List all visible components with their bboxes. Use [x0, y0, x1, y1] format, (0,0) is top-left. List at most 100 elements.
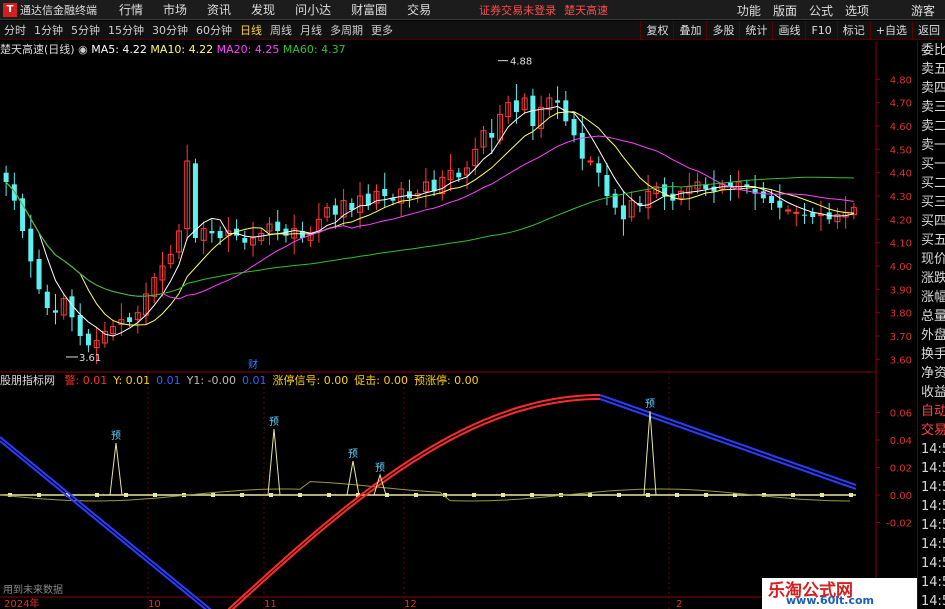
side-item-21[interactable]: 14:56 — [918, 440, 945, 459]
period-tab-8[interactable]: 月线 — [296, 22, 326, 38]
period-tab-4[interactable]: 30分钟 — [148, 22, 192, 38]
period-bar: 分时 1分钟 5分钟 15分钟 30分钟 60分钟 日线 周线 月线 多周期 更多 复权 叠加 多股 统计… — [0, 21, 945, 40]
title-bar: T 通达信金融终端 行情 市场 资讯 发现 问小达 财富圈 交易 证券交易未登录 楚天高速 … — [0, 0, 945, 20]
tool-button-5[interactable]: F10 — [805, 21, 836, 40]
side-item-27[interactable]: 14:56 — [918, 554, 945, 573]
indicator-tick-label: 0.06 — [890, 409, 912, 420]
top-right-item-3[interactable]: 选项 — [839, 2, 875, 19]
candle-body-down — [760, 191, 766, 199]
candle-body-down — [555, 100, 561, 103]
side-item-24[interactable]: 14:56 — [918, 497, 945, 516]
side-item-14[interactable]: 总量 — [918, 307, 945, 326]
future-data-note: 用到未来数据 — [3, 585, 63, 596]
side-item-13[interactable]: 涨幅 — [918, 288, 945, 307]
price-tick-label: 4.70 — [890, 99, 912, 110]
side-item-3[interactable]: 卖三 — [918, 98, 945, 117]
tool-button-0[interactable]: 复权 — [640, 21, 673, 40]
indicator-fields: 警: 0.01 Y: 0.01 0.01 Y1: -0.00 0.01 涨停信号: 0.0… — [59, 374, 479, 387]
side-item-5[interactable]: 卖一 — [918, 136, 945, 155]
menu-item-0[interactable]: 行情 — [109, 1, 153, 18]
top-right-item-1[interactable]: 版面 — [767, 2, 803, 19]
menu-item-5[interactable]: 财富圈 — [341, 1, 397, 18]
period-tabs: 分时 1分钟 5分钟 15分钟 30分钟 60分钟 日线 周线 月线 多周期 更多 — [0, 22, 397, 38]
indicator-tick-label: -0.02 — [886, 519, 912, 530]
finance-marker: 财 — [248, 358, 258, 371]
side-item-9[interactable]: 买四 — [918, 212, 945, 231]
side-item-8[interactable]: 买三 — [918, 193, 945, 212]
yu-label: 预 — [348, 448, 358, 460]
zero-dot — [820, 493, 824, 497]
indicator-field-7: 预涨停: 0.00 — [413, 374, 479, 387]
side-item-23[interactable]: 14:56 — [918, 478, 945, 497]
menu-item-4[interactable]: 问小达 — [285, 1, 341, 18]
menu-item-3[interactable]: 发现 — [241, 1, 285, 18]
menu-item-6[interactable]: 交易 — [397, 1, 441, 18]
chart-canvas[interactable]: 4.80 4.70 4.60 4.50 4.40 4.30 4.20 4.10 4.00 3.90… — [0, 41, 917, 609]
signal-curve — [231, 398, 600, 609]
period-tab-9[interactable]: 多周期 — [326, 22, 367, 38]
guest-label[interactable]: 游客 — [905, 2, 941, 19]
menu-item-2[interactable]: 资讯 — [197, 1, 241, 18]
side-item-11[interactable]: 现价 — [918, 250, 945, 269]
tool-button-3[interactable]: 统计 — [739, 21, 772, 40]
side-item-1[interactable]: 卖五 — [918, 60, 945, 79]
tool-button-2[interactable]: 多股 — [706, 21, 739, 40]
period-tab-5[interactable]: 60分钟 — [192, 22, 236, 38]
zero-dot — [124, 493, 128, 497]
period-tab-7[interactable]: 周线 — [266, 22, 296, 38]
tool-button-4[interactable]: 画线 — [772, 21, 805, 40]
side-item-6[interactable]: 买一 — [918, 155, 945, 174]
tool-button-8[interactable]: 返回 — [912, 21, 945, 40]
candle-body-down — [769, 196, 775, 203]
top-right-item-2[interactable]: 公式 — [803, 2, 839, 19]
candle-body-down — [579, 133, 585, 159]
indicator-tick-label: 0.02 — [890, 464, 912, 475]
price-tick-label: 4.00 — [890, 262, 912, 273]
top-right-item-0[interactable]: 功能 — [731, 2, 767, 19]
candle-body-down — [365, 193, 371, 206]
date-tick-label: 10 — [148, 599, 161, 609]
menu-item-1[interactable]: 市场 — [153, 1, 197, 18]
side-item-19[interactable]: 自动 — [918, 402, 945, 421]
period-tab-2[interactable]: 5分钟 — [67, 22, 104, 38]
side-item-25[interactable]: 14:56 — [918, 516, 945, 535]
login-warning[interactable]: 证券交易未登录 — [479, 2, 556, 18]
side-item-17[interactable]: 净资 — [918, 364, 945, 383]
side-item-20[interactable]: 交易 — [918, 421, 945, 440]
candle-body-down — [513, 100, 519, 112]
period-tab-3[interactable]: 15分钟 — [104, 22, 148, 38]
indicator-field-3: Y1: -0.00 — [186, 374, 237, 387]
period-tab-10[interactable]: 更多 — [367, 22, 397, 38]
side-item-7[interactable]: 买二 — [918, 174, 945, 193]
tool-button-7[interactable]: +自选 — [869, 21, 912, 40]
candle-body-down — [571, 119, 577, 136]
side-item-22[interactable]: 14:56 — [918, 459, 945, 478]
side-item-12[interactable]: 涨跌 — [918, 269, 945, 288]
side-item-4[interactable]: 卖二 — [918, 117, 945, 136]
side-item-10[interactable]: 买五 — [918, 231, 945, 250]
period-tab-1[interactable]: 1分钟 — [30, 22, 67, 38]
side-item-28[interactable]: 14:56 — [918, 573, 945, 592]
side-panel: 委比 卖五 卖四 卖三 卖二 卖一 买一 买二 买三 买四 买五 现价 涨跌 涨幅 总量 外盘 换手 净资 收益 自动… — [917, 41, 945, 609]
period-tab-6[interactable]: 日线 — [236, 22, 266, 38]
side-item-16[interactable]: 换手 — [918, 345, 945, 364]
date-tick-label: 11 — [264, 599, 277, 609]
side-item-2[interactable]: 卖四 — [918, 79, 945, 98]
candle-body-down — [604, 175, 610, 196]
yu-spike — [267, 428, 281, 496]
tool-button-6[interactable]: 标记 — [836, 21, 870, 40]
side-item-18[interactable]: 收益 — [918, 383, 945, 402]
side-item-26[interactable]: 14:56 — [918, 535, 945, 554]
period-tab-0[interactable]: 分时 — [0, 22, 30, 38]
zero-dot — [501, 493, 505, 497]
side-item-29[interactable]: 14:56 — [918, 592, 945, 609]
signal-curve — [599, 398, 857, 490]
side-item-15[interactable]: 外盘 — [918, 326, 945, 345]
date-tick-label: 12 — [404, 599, 417, 609]
zero-dot — [849, 493, 853, 497]
price-tick-label: 4.10 — [890, 239, 912, 250]
side-item-0[interactable]: 委比 — [918, 41, 945, 60]
yu-label: 预 — [111, 430, 121, 442]
tool-button-1[interactable]: 叠加 — [673, 21, 706, 40]
zero-dot — [791, 493, 795, 497]
